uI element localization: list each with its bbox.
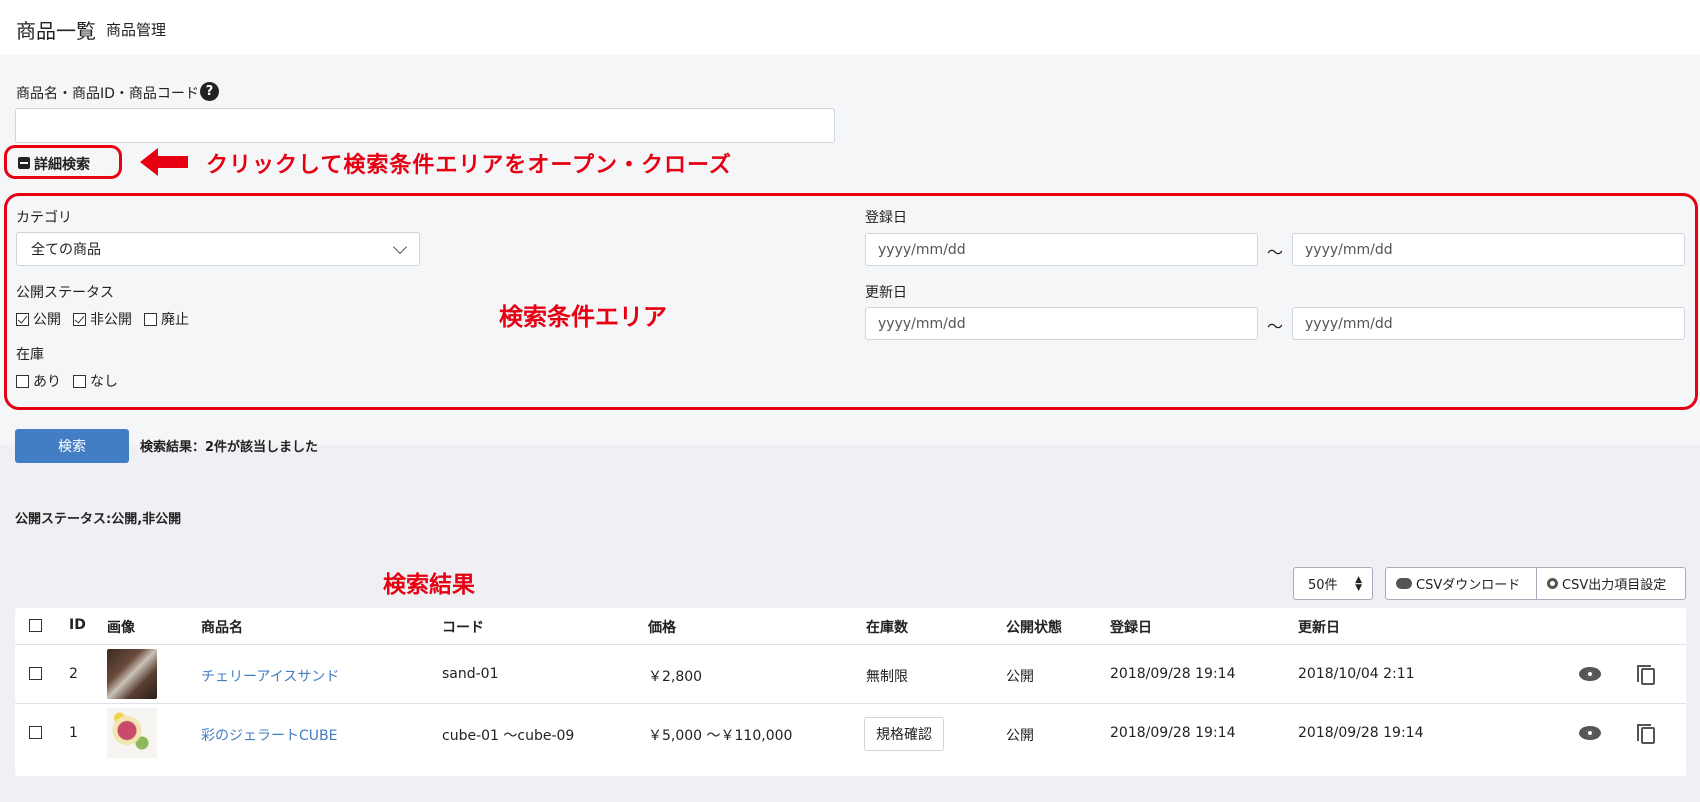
product-code: sand-01 bbox=[442, 666, 499, 682]
check-variants-button[interactable]: 規格確認 bbox=[864, 717, 944, 751]
applied-filter: 公開ステータス:公開,非公開 bbox=[15, 512, 182, 527]
row-divider bbox=[15, 703, 1686, 704]
copy-icon[interactable] bbox=[1637, 724, 1655, 744]
category-select[interactable]: 全ての商品 bbox=[16, 232, 420, 266]
column-header[interactable]: 公開状態 bbox=[1006, 617, 1062, 637]
column-header[interactable]: ID bbox=[69, 617, 86, 633]
product-name-link[interactable]: 彩のジェラートCUBE bbox=[201, 725, 337, 745]
csv-download-button[interactable]: CSVダウンロード bbox=[1385, 567, 1537, 600]
category-value: 全ての商品 bbox=[31, 242, 101, 258]
results-table bbox=[15, 608, 1686, 776]
stock-option-yes[interactable]: あり bbox=[16, 371, 61, 391]
product-stock: 無制限 bbox=[866, 669, 908, 685]
result-count: 検索結果：2件が該当しました bbox=[140, 440, 319, 455]
product-id: 2 bbox=[69, 666, 78, 682]
select-all-checkbox[interactable] bbox=[29, 619, 42, 632]
product-status: 公開 bbox=[1006, 669, 1034, 685]
cloud-download-icon bbox=[1396, 578, 1412, 589]
column-header[interactable]: 在庫数 bbox=[866, 617, 908, 637]
updated-date-from-input[interactable]: yyyy/mm/dd bbox=[865, 307, 1258, 340]
registered-date-to-input[interactable]: yyyy/mm/dd bbox=[1292, 233, 1685, 266]
row-checkbox[interactable] bbox=[29, 667, 42, 680]
keyword-input[interactable] bbox=[15, 108, 835, 143]
product-id: 1 bbox=[69, 725, 78, 741]
product-status: 公開 bbox=[1006, 728, 1034, 744]
column-header: 画像 bbox=[107, 620, 135, 636]
keyword-label: 商品名・商品ID・商品コード bbox=[16, 86, 199, 102]
help-icon[interactable]: ? bbox=[200, 82, 219, 101]
product-thumbnail[interactable] bbox=[107, 708, 157, 758]
column-header[interactable]: コード bbox=[442, 617, 484, 637]
registered-date: 2018/09/28 19:14 bbox=[1110, 666, 1236, 682]
detail-search-label: 詳細検索 bbox=[34, 157, 90, 173]
category-label: カテゴリ bbox=[16, 210, 72, 226]
updated-date: 2018/10/04 2:11 bbox=[1298, 666, 1415, 682]
preview-eye-icon[interactable] bbox=[1579, 726, 1601, 740]
column-header[interactable]: 価格 bbox=[648, 617, 676, 637]
red-arrow-icon bbox=[140, 148, 188, 176]
date-range-separator: ～ bbox=[1267, 317, 1284, 336]
row-divider bbox=[15, 644, 1686, 645]
updated-date-to-input[interactable]: yyyy/mm/dd bbox=[1292, 307, 1685, 340]
stock-option-no[interactable]: なし bbox=[73, 371, 118, 391]
checkbox[interactable] bbox=[16, 312, 29, 326]
updated-date: 2018/09/28 19:14 bbox=[1298, 725, 1424, 741]
registered-date: 2018/09/28 19:14 bbox=[1110, 725, 1236, 741]
status-option-public[interactable]: 公開 bbox=[16, 309, 61, 329]
copy-icon[interactable] bbox=[1637, 665, 1655, 685]
status-checkbox-group: 公開 非公開 廃止 bbox=[16, 309, 201, 329]
page-title: 商品一覧 bbox=[16, 19, 96, 43]
column-header[interactable]: 更新日 bbox=[1298, 617, 1340, 637]
product-name-link[interactable]: チェリーアイスサンド bbox=[201, 666, 339, 686]
registered-date-label: 登録日 bbox=[865, 210, 907, 226]
per-page-select[interactable]: 50件 ▲ ▼ bbox=[1293, 567, 1373, 600]
checkbox[interactable] bbox=[16, 374, 29, 388]
sort-arrows-icon: ▲ ▼ bbox=[1355, 575, 1362, 593]
registered-date-from-input[interactable]: yyyy/mm/dd bbox=[865, 233, 1258, 266]
results-annotation: 検索結果 bbox=[383, 572, 475, 598]
csv-settings-button[interactable]: CSV出力項目設定 bbox=[1536, 567, 1686, 600]
toggle-annotation: クリックして検索条件エリアをオープン・クローズ bbox=[206, 153, 732, 178]
product-price: ￥5,000 ～￥110,000 bbox=[648, 728, 793, 744]
status-option-discontinued[interactable]: 廃止 bbox=[144, 309, 189, 329]
gear-icon bbox=[1547, 578, 1558, 589]
detail-search-toggle[interactable]: 詳細検索 bbox=[4, 145, 122, 179]
product-price: ￥2,800 bbox=[648, 669, 703, 685]
preview-eye-icon[interactable] bbox=[1579, 667, 1601, 681]
status-label: 公開ステータス bbox=[16, 285, 114, 301]
checkbox[interactable] bbox=[73, 312, 86, 326]
checkbox[interactable] bbox=[73, 374, 86, 388]
chevron-down-icon bbox=[392, 239, 408, 255]
page-header: 商品一覧 商品管理 bbox=[0, 0, 1700, 55]
stock-checkbox-group: あり なし bbox=[16, 371, 130, 391]
updated-date-label: 更新日 bbox=[865, 285, 907, 301]
row-checkbox[interactable] bbox=[29, 726, 42, 739]
product-thumbnail[interactable] bbox=[107, 649, 157, 699]
stock-label: 在庫 bbox=[16, 347, 44, 363]
date-range-separator: ～ bbox=[1267, 243, 1284, 262]
search-button[interactable]: 検索 bbox=[15, 429, 129, 463]
column-header[interactable]: 登録日 bbox=[1110, 617, 1152, 637]
column-header[interactable]: 商品名 bbox=[201, 617, 243, 637]
minus-square-icon bbox=[18, 157, 30, 169]
checkbox[interactable] bbox=[144, 312, 157, 326]
search-conditions-area bbox=[4, 193, 1698, 410]
page-subtitle: 商品管理 bbox=[106, 21, 167, 39]
area-annotation: 検索条件エリア bbox=[499, 303, 667, 331]
status-option-private[interactable]: 非公開 bbox=[73, 309, 132, 329]
product-code: cube-01 ～cube-09 bbox=[442, 728, 575, 744]
